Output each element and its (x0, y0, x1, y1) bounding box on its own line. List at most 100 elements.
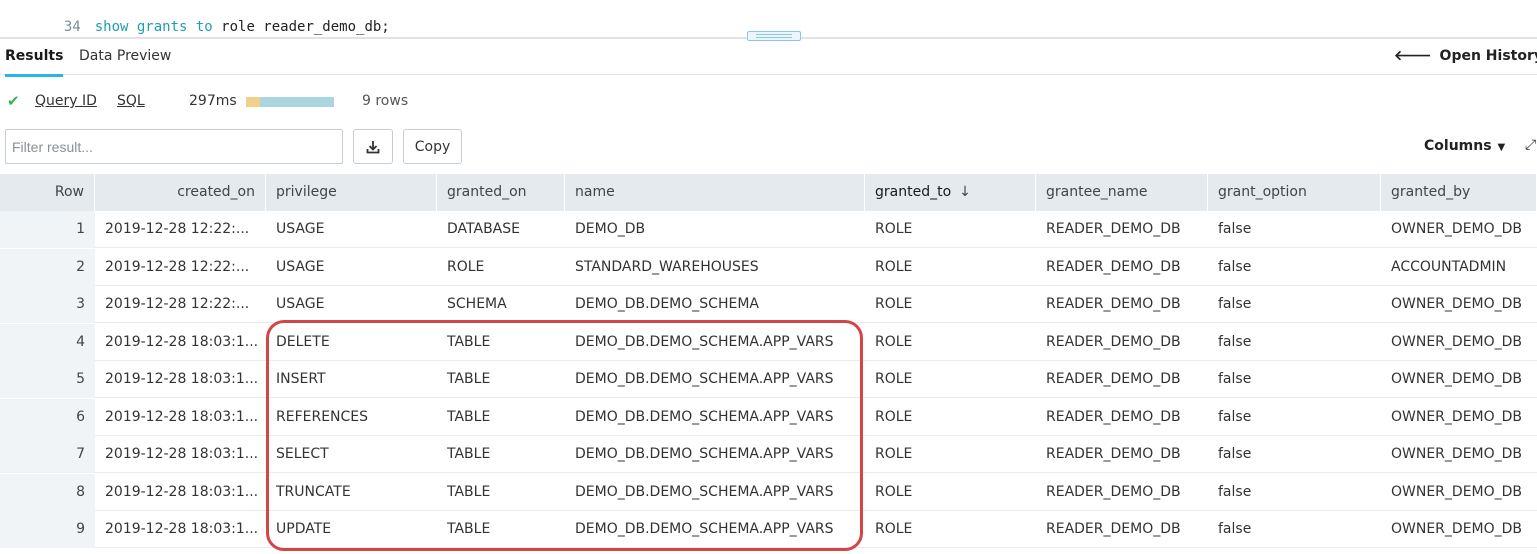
filter-input[interactable]: Filter result... (5, 129, 343, 164)
cell-grantee-name[interactable]: READER_DEMO_DB (1036, 361, 1208, 398)
cell-created-on[interactable]: 2019-12-28 12:22:... (95, 249, 266, 286)
tab-results[interactable]: Results (5, 48, 64, 77)
cell-grant-option[interactable]: false (1208, 324, 1381, 361)
column-header-created-on[interactable]: created_on (95, 174, 266, 211)
cell-name[interactable]: DEMO_DB.DEMO_SCHEMA.APP_VARS (565, 474, 865, 511)
cell-granted-to[interactable]: ROLE (865, 249, 1036, 286)
column-header-grantee-name[interactable]: grantee_name (1036, 174, 1208, 211)
cell-grantee-name[interactable]: READER_DEMO_DB (1036, 436, 1208, 473)
cell-privilege[interactable]: USAGE (266, 286, 437, 323)
cell-granted-by[interactable]: OWNER_DEMO_DB (1381, 361, 1537, 398)
cell-granted-to[interactable]: ROLE (865, 286, 1036, 323)
cell-granted-on[interactable]: ROLE (437, 249, 565, 286)
table-row[interactable]: 7 2019-12-28 18:03:1... SELECT TABLE DEMO_DB… (0, 436, 1537, 473)
cell-privilege[interactable]: REFERENCES (266, 399, 437, 436)
copy-button[interactable]: Copy (403, 129, 462, 164)
cell-grant-option[interactable]: false (1208, 399, 1381, 436)
sort-descending-icon[interactable]: ↓ (959, 184, 971, 200)
cell-name[interactable]: DEMO_DB.DEMO_SCHEMA.APP_VARS (565, 324, 865, 361)
cell-name[interactable]: DEMO_DB.DEMO_SCHEMA.APP_VARS (565, 361, 865, 398)
column-header-row[interactable]: Row (0, 174, 95, 211)
cell-granted-on[interactable]: TABLE (437, 399, 565, 436)
cell-grantee-name[interactable]: READER_DEMO_DB (1036, 249, 1208, 286)
cell-row[interactable]: 7 (0, 436, 95, 473)
cell-granted-by[interactable]: OWNER_DEMO_DB (1381, 474, 1537, 511)
cell-granted-on[interactable]: TABLE (437, 511, 565, 548)
cell-name[interactable]: DEMO_DB.DEMO_SCHEMA.APP_VARS (565, 436, 865, 473)
cell-created-on[interactable]: 2019-12-28 18:03:1... (95, 474, 266, 511)
cell-granted-to[interactable]: ROLE (865, 399, 1036, 436)
cell-privilege[interactable]: DELETE (266, 324, 437, 361)
column-header-privilege[interactable]: privilege (266, 174, 437, 211)
cell-granted-on[interactable]: TABLE (437, 474, 565, 511)
column-header-granted-on[interactable]: granted_on (437, 174, 565, 211)
cell-granted-by[interactable]: OWNER_DEMO_DB (1381, 211, 1537, 248)
cell-granted-by[interactable]: OWNER_DEMO_DB (1381, 399, 1537, 436)
expand-icon[interactable]: ⤢ (1525, 137, 1536, 153)
cell-name[interactable]: STANDARD_WAREHOUSES (565, 249, 865, 286)
cell-privilege[interactable]: USAGE (266, 249, 437, 286)
cell-name[interactable]: DEMO_DB (565, 211, 865, 248)
cell-grant-option[interactable]: false (1208, 436, 1381, 473)
cell-granted-to[interactable]: ROLE (865, 474, 1036, 511)
cell-privilege[interactable]: UPDATE (266, 511, 437, 548)
cell-grantee-name[interactable]: READER_DEMO_DB (1036, 286, 1208, 323)
cell-grantee-name[interactable]: READER_DEMO_DB (1036, 474, 1208, 511)
table-row[interactable]: 4 2019-12-28 18:03:1... DELETE TABLE DEMO_DB… (0, 323, 1537, 361)
cell-grant-option[interactable]: false (1208, 474, 1381, 511)
cell-grantee-name[interactable]: READER_DEMO_DB (1036, 399, 1208, 436)
table-row[interactable]: 8 2019-12-28 18:03:1... TRUNCATE TABLE DEMO_… (0, 473, 1537, 511)
cell-grantee-name[interactable]: READER_DEMO_DB (1036, 324, 1208, 361)
cell-name[interactable]: DEMO_DB.DEMO_SCHEMA.APP_VARS (565, 399, 865, 436)
cell-privilege[interactable]: INSERT (266, 361, 437, 398)
cell-row[interactable]: 2 (0, 248, 95, 286)
cell-granted-to[interactable]: ROLE (865, 211, 1036, 248)
columns-dropdown[interactable]: Columns ▼ (1424, 138, 1505, 154)
cell-created-on[interactable]: 2019-12-28 18:03:1... (95, 436, 266, 473)
cell-granted-to[interactable]: ROLE (865, 361, 1036, 398)
download-button[interactable] (353, 129, 393, 164)
column-header-name[interactable]: name (565, 174, 865, 211)
cell-granted-on[interactable]: TABLE (437, 361, 565, 398)
cell-privilege[interactable]: SELECT (266, 436, 437, 473)
cell-row[interactable]: 5 (0, 361, 95, 398)
cell-grant-option[interactable]: false (1208, 286, 1381, 323)
tab-data-preview[interactable]: Data Preview (79, 48, 171, 72)
cell-granted-by[interactable]: OWNER_DEMO_DB (1381, 286, 1537, 323)
code-line-34[interactable]: 34 show grants to role reader_demo_db; (0, 3, 390, 35)
cell-row[interactable]: 8 (0, 473, 95, 511)
cell-created-on[interactable]: 2019-12-28 12:22:... (95, 211, 266, 248)
cell-grantee-name[interactable]: READER_DEMO_DB (1036, 511, 1208, 548)
cell-granted-on[interactable]: DATABASE (437, 211, 565, 248)
cell-privilege[interactable]: TRUNCATE (266, 474, 437, 511)
cell-name[interactable]: DEMO_DB.DEMO_SCHEMA.APP_VARS (565, 511, 865, 548)
cell-created-on[interactable]: 2019-12-28 12:22:... (95, 286, 266, 323)
cell-row[interactable]: 3 (0, 286, 95, 323)
cell-grantee-name[interactable]: READER_DEMO_DB (1036, 211, 1208, 248)
cell-granted-to[interactable]: ROLE (865, 324, 1036, 361)
table-row[interactable]: 3 2019-12-28 12:22:... USAGE SCHEMA DEMO_DB.… (0, 286, 1537, 323)
code-line-35[interactable]: 35 (0, 24, 81, 38)
cell-row[interactable]: 1 (0, 211, 95, 248)
query-id-link[interactable]: Query ID (35, 93, 97, 109)
cell-grant-option[interactable]: false (1208, 511, 1381, 548)
sql-link[interactable]: SQL (117, 93, 145, 109)
cell-granted-by[interactable]: OWNER_DEMO_DB (1381, 436, 1537, 473)
open-history-button[interactable]: 🡐 Open History (1394, 47, 1537, 64)
column-header-granted-by[interactable]: granted_by (1381, 174, 1537, 211)
cell-grant-option[interactable]: false (1208, 211, 1381, 248)
cell-row[interactable]: 6 (0, 398, 95, 436)
cell-name[interactable]: DEMO_DB.DEMO_SCHEMA (565, 286, 865, 323)
column-header-granted-to[interactable]: granted_to ↓ (865, 174, 1036, 211)
cell-row[interactable]: 4 (0, 323, 95, 361)
cell-grant-option[interactable]: false (1208, 361, 1381, 398)
cell-created-on[interactable]: 2019-12-28 18:03:1... (95, 324, 266, 361)
cell-granted-by[interactable]: OWNER_DEMO_DB (1381, 324, 1537, 361)
cell-granted-on[interactable]: TABLE (437, 436, 565, 473)
cell-created-on[interactable]: 2019-12-28 18:03:1... (95, 399, 266, 436)
cell-granted-by[interactable]: OWNER_DEMO_DB (1381, 511, 1537, 548)
cell-grant-option[interactable]: false (1208, 249, 1381, 286)
cell-row[interactable]: 9 (0, 511, 95, 548)
table-row[interactable]: 2 2019-12-28 12:22:... USAGE ROLE STANDARD_W… (0, 248, 1537, 286)
table-row[interactable]: 9 2019-12-28 18:03:1... UPDATE TABLE DEMO_DB… (0, 511, 1537, 548)
